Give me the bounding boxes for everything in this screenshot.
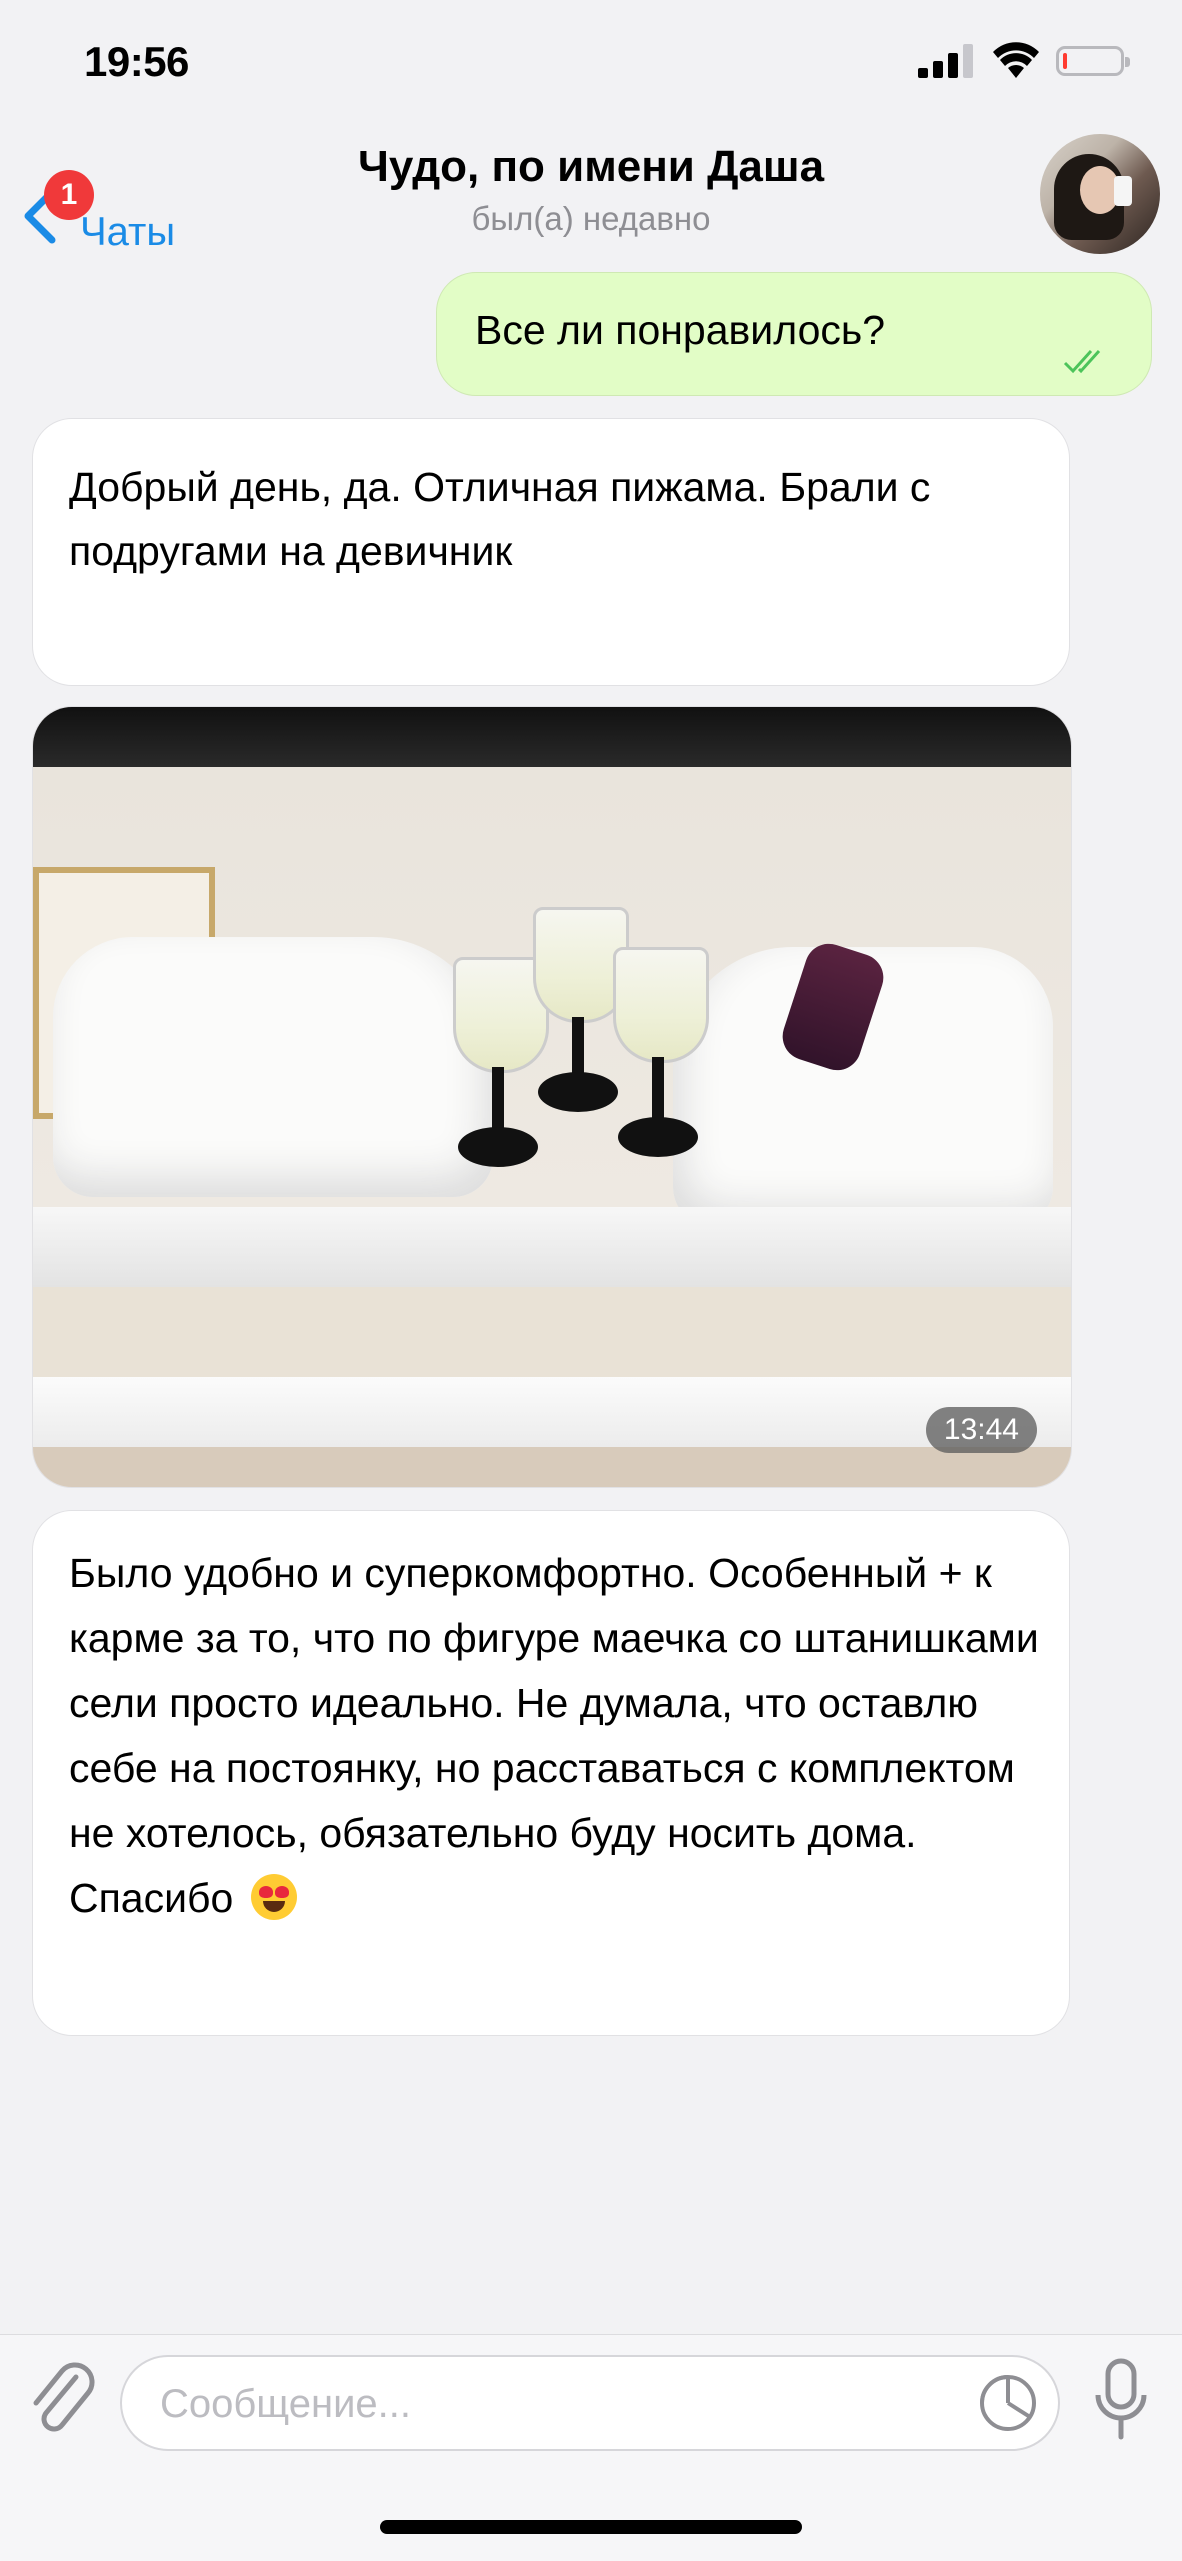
message-text-container: Было удобно и суперкомфортно. Особенный … — [69, 1541, 1039, 1931]
status-time: 19:56 — [84, 38, 189, 85]
avatar[interactable] — [1040, 134, 1160, 254]
incoming-message[interactable]: Добрый день, да. Отличная пижама. Брали … — [32, 418, 1070, 686]
cellular-signal-icon — [918, 44, 973, 78]
message-text: Добрый день, да. Отличная пижама. Брали … — [69, 464, 931, 574]
sticker-icon[interactable] — [978, 2373, 1038, 2433]
message-text: Все ли понравилось? — [475, 307, 886, 353]
read-checkmarks-icon — [1063, 349, 1101, 374]
chat-header: Чаты 1 Чудо, по имени Даша был(а) недавн… — [0, 120, 1182, 260]
outgoing-message[interactable]: Все ли понравилось? — [436, 272, 1152, 396]
home-indicator[interactable] — [380, 2520, 802, 2534]
last-seen-status: был(а) недавно — [471, 200, 711, 237]
message-input[interactable] — [158, 2373, 962, 2435]
paperclip-icon[interactable] — [26, 2357, 98, 2447]
microphone-icon[interactable] — [1090, 2357, 1152, 2443]
chat-title[interactable]: Чудо, по имени Даша — [0, 142, 1182, 192]
photo-timestamp: 13:44 — [925, 1407, 1037, 1453]
status-bar: 19:56 — [0, 0, 1182, 120]
battery-icon — [1056, 46, 1130, 76]
status-icons — [918, 40, 1138, 84]
wifi-icon — [993, 42, 1039, 78]
photo-message[interactable]: 13:44 — [32, 706, 1072, 1488]
message-field[interactable] — [120, 2355, 1060, 2451]
incoming-message[interactable]: Было удобно и суперкомфортно. Особенный … — [32, 1510, 1070, 2036]
heart-eyes-emoji-icon — [251, 1874, 298, 1920]
message-text: Было удобно и суперкомфортно. Особенный … — [69, 1550, 1039, 1921]
